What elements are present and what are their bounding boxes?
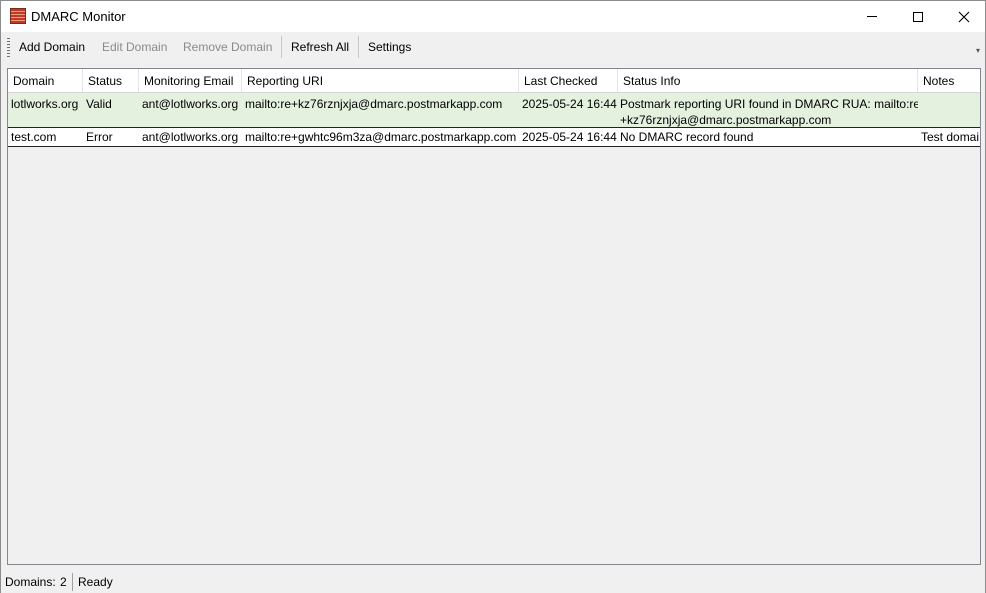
status-separator <box>72 573 73 591</box>
edit-domain-button[interactable]: Edit Domain <box>102 40 167 54</box>
app-icon <box>10 8 26 24</box>
toolbar-overflow-icon[interactable]: ▾ <box>976 47 980 55</box>
window-title: DMARC Monitor <box>31 9 126 24</box>
domains-grid[interactable]: Domain Status Monitoring Email Reporting… <box>7 68 981 565</box>
add-domain-button[interactable]: Add Domain <box>19 40 85 54</box>
title-bar[interactable]: DMARC Monitor <box>1 1 985 32</box>
column-header-reporting-uri[interactable]: Reporting URI <box>242 69 519 92</box>
status-info-line: +kz76rznjxja@dmarc.postmarkapp.com <box>620 113 832 127</box>
settings-button[interactable]: Settings <box>368 40 411 54</box>
table-row[interactable]: test.com Error ant@lotlworks.org mailto:… <box>8 128 980 147</box>
cell-last-checked: 2025-05-24 16:44 <box>522 130 617 144</box>
column-header-notes[interactable]: Notes <box>918 69 980 92</box>
app-window: DMARC Monitor Add Domain Edit Domain Rem… <box>0 0 986 593</box>
table-row[interactable]: lotlworks.org Valid ant@lotlworks.org ma… <box>8 93 980 128</box>
grid-header: Domain Status Monitoring Email Reporting… <box>8 69 980 93</box>
cell-domain: lotlworks.org <box>11 97 79 111</box>
cell-notes: Test domai <box>921 130 980 144</box>
column-header-last-checked[interactable]: Last Checked <box>519 69 618 92</box>
status-bar: Domains: 2 Ready <box>1 571 985 593</box>
cell-last-checked: 2025-05-24 16:44 <box>522 97 617 111</box>
status-text: Ready <box>78 575 113 589</box>
refresh-all-button[interactable]: Refresh All <box>291 40 349 54</box>
close-icon <box>958 11 970 22</box>
toolbar-grip[interactable] <box>7 38 10 57</box>
minimize-button[interactable] <box>849 1 895 32</box>
remove-domain-button[interactable]: Remove Domain <box>183 40 272 54</box>
domains-count-label: Domains: <box>5 575 56 589</box>
maximize-button[interactable] <box>895 1 941 32</box>
toolbar: Add Domain Edit Domain Remove Domain Ref… <box>1 32 985 63</box>
cell-domain: test.com <box>11 130 57 144</box>
cell-monitoring-email: ant@lotlworks.org <box>142 130 239 144</box>
column-header-domain[interactable]: Domain <box>8 69 83 92</box>
cell-reporting-uri: mailto:re+kz76rznjxja@dmarc.postmarkapp.… <box>245 97 503 111</box>
cell-monitoring-email: ant@lotlworks.org <box>142 97 239 111</box>
cell-status-info: No DMARC record found <box>620 130 754 144</box>
close-button[interactable] <box>941 1 986 32</box>
column-header-status[interactable]: Status <box>83 69 139 92</box>
column-header-monitoring-email[interactable]: Monitoring Email <box>139 69 242 92</box>
status-info-line: Postmark reporting URI found in DMARC RU… <box>620 97 918 111</box>
domains-count-value: 2 <box>60 575 67 589</box>
maximize-icon <box>913 11 923 22</box>
minimize-icon <box>867 16 877 17</box>
cell-reporting-uri: mailto:re+gwhtc96m3za@dmarc.postmarkapp.… <box>245 130 517 144</box>
toolbar-separator <box>281 36 282 58</box>
cell-status: Error <box>86 130 113 144</box>
toolbar-separator <box>358 36 359 58</box>
column-header-status-info[interactable]: Status Info <box>618 69 918 92</box>
cell-status-info: Postmark reporting URI found in DMARC RU… <box>620 96 918 128</box>
cell-status: Valid <box>86 97 112 111</box>
